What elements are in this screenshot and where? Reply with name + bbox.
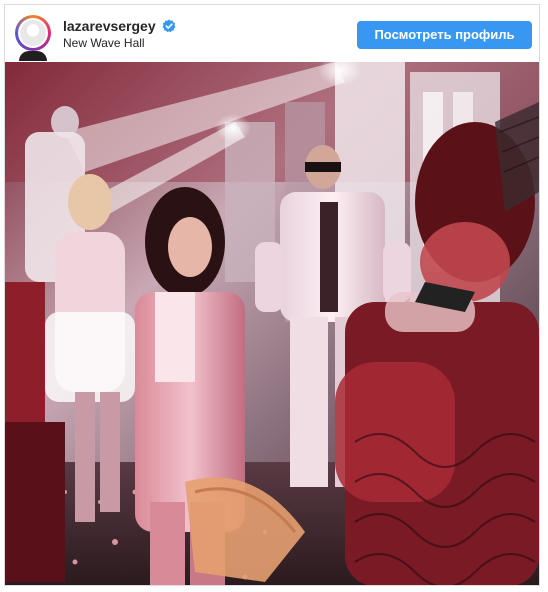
- location-link[interactable]: New Wave Hall: [63, 36, 145, 50]
- avatar-shadow: [19, 51, 47, 61]
- instagram-post-card: lazarevsergey New Wave Hall Посмотреть п…: [4, 4, 540, 586]
- username-link[interactable]: lazarevsergey: [63, 17, 156, 35]
- concert-photo: [5, 62, 539, 585]
- avatar-icon: [20, 20, 46, 46]
- view-profile-button[interactable]: Посмотреть профиль: [357, 21, 532, 49]
- avatar[interactable]: [15, 15, 51, 51]
- username-row: lazarevsergey: [63, 17, 176, 35]
- post-header: lazarevsergey New Wave Hall Посмотреть п…: [5, 5, 539, 61]
- verified-badge-icon: [162, 19, 176, 33]
- avatar-inner: [18, 18, 48, 48]
- post-media-image[interactable]: [5, 62, 539, 585]
